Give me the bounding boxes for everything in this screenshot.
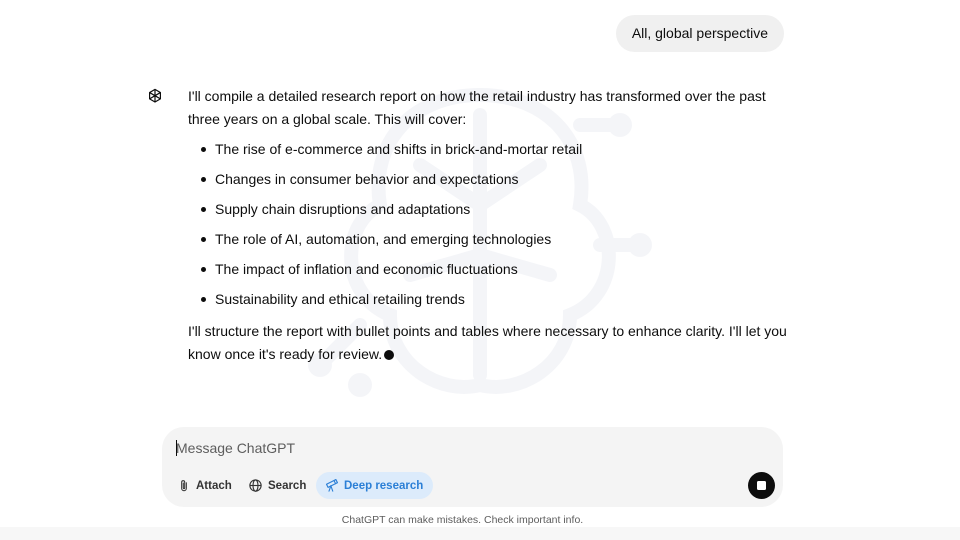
bullet-list: The rise of e-commerce and shifts in bri…	[188, 138, 788, 311]
attach-label: Attach	[196, 479, 232, 492]
telescope-icon	[325, 479, 338, 492]
assistant-outro: I'll structure the report with bullet po…	[188, 320, 788, 366]
assistant-intro: I'll compile a detailed research report …	[188, 88, 766, 127]
deep-research-button[interactable]: Deep research	[316, 472, 434, 499]
search-button[interactable]: Search	[241, 472, 313, 499]
list-item: The role of AI, automation, and emerging…	[201, 228, 788, 251]
message-input[interactable]	[176, 437, 696, 459]
streaming-indicator	[384, 350, 395, 360]
list-item: The impact of inflation and economic flu…	[201, 258, 788, 281]
paperclip-icon	[181, 479, 187, 491]
disclaimer-text: ChatGPT can make mistakes. Check importa…	[341, 514, 584, 526]
message-composer: Attach Search Deep resear	[162, 427, 783, 507]
list-item: Supply chain disruptions and adaptations	[201, 198, 788, 221]
list-item: The rise of e-commerce and shifts in bri…	[201, 138, 788, 161]
text-caret	[176, 440, 177, 456]
attach-button[interactable]: Attach	[170, 472, 239, 499]
user-message-bubble: All, global perspective	[615, 15, 784, 52]
assistant-avatar	[143, 84, 167, 108]
assistant-outro-text: I'll structure the report with bullet po…	[188, 323, 787, 362]
deep-research-label: Deep research	[344, 479, 424, 492]
openai-logo-icon	[149, 88, 161, 103]
stop-icon	[757, 481, 766, 490]
stop-generating-button[interactable]	[748, 472, 775, 499]
assistant-message: I'll compile a detailed research report …	[188, 85, 788, 366]
list-item: Changes in consumer behavior and expecta…	[201, 168, 788, 191]
chat-page: CHAT FRANCAIS All, global perspective I'…	[0, 0, 960, 540]
list-item: Sustainability and ethical retailing tre…	[201, 288, 788, 311]
search-label: Search	[268, 479, 307, 492]
globe-icon	[249, 479, 262, 492]
bottom-strip	[0, 527, 960, 540]
